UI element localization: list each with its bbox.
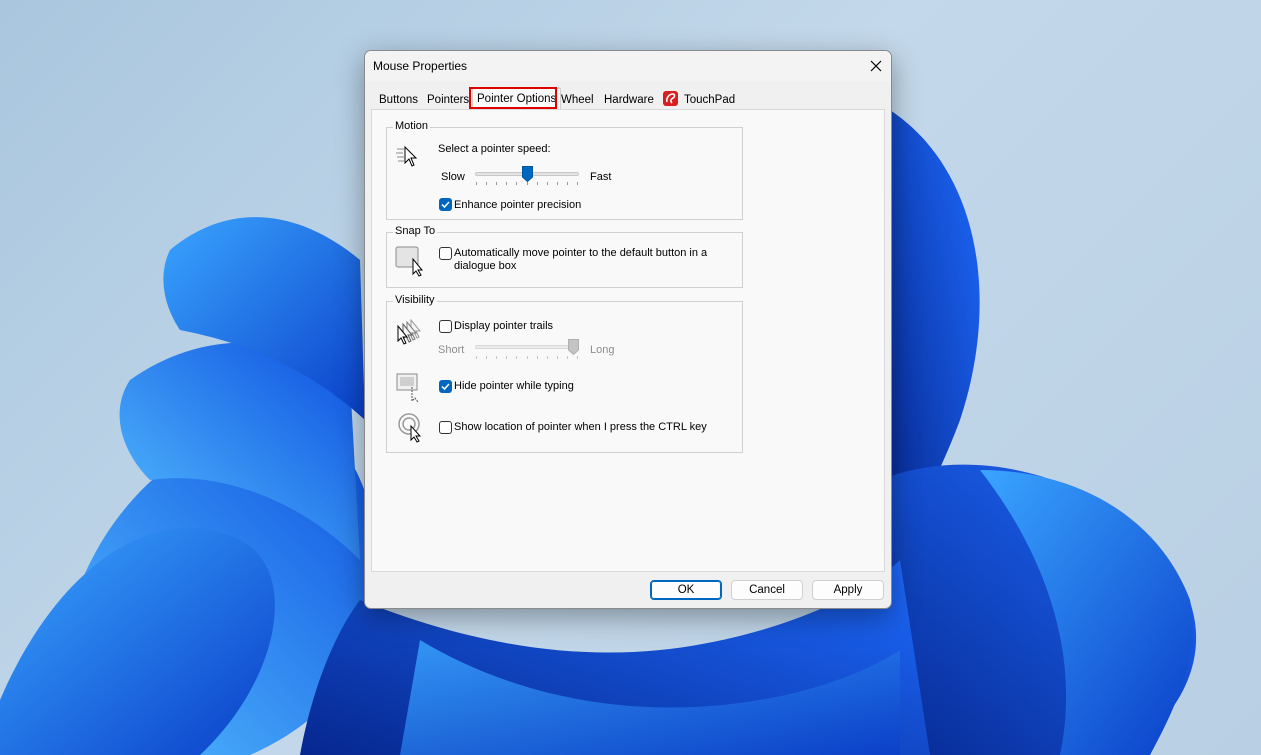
slider-tick [486, 182, 487, 185]
fast-label: Fast [590, 171, 612, 183]
tab-touchpad[interactable]: TouchPad [659, 91, 739, 109]
slider-tick [547, 356, 548, 359]
title-bar[interactable]: Mouse Properties [365, 51, 891, 81]
snap-to-label-line1[interactable]: Automatically move pointer to the defaul… [454, 247, 707, 259]
pointer-trails-label[interactable]: Display pointer trails [454, 320, 553, 332]
show-location-ctrl-checkbox[interactable] [439, 421, 452, 434]
slider-tick [486, 356, 487, 359]
tab-touchpad-label: TouchPad [684, 94, 736, 106]
slider-tick [557, 182, 558, 185]
checkmark-icon [441, 201, 450, 209]
long-label: Long [590, 344, 615, 356]
enhance-precision-label[interactable]: Enhance pointer precision [454, 199, 581, 211]
snap-to-checkbox[interactable] [439, 247, 452, 260]
touchpad-icon [663, 91, 678, 107]
slider-tick [567, 182, 568, 185]
slider-tick [577, 182, 578, 185]
mouse-properties-dialog: Mouse Properties Buttons Pointers Pointe… [364, 50, 892, 609]
group-motion: Motion Select a pointer speed: Slow Fast… [386, 120, 743, 220]
pointer-trails-slider-thumb[interactable] [568, 339, 579, 355]
slider-tick [516, 182, 517, 185]
hide-pointer-typing-label[interactable]: Hide pointer while typing [454, 380, 574, 392]
tab-pointers[interactable]: Pointers [423, 91, 473, 109]
enhance-precision-checkbox[interactable] [439, 198, 452, 211]
checkmark-icon [441, 383, 450, 391]
group-snap-to: Snap To Automatically move pointer to th… [386, 225, 743, 288]
group-snap-to-heading: Snap To [393, 225, 438, 237]
group-motion-heading: Motion [393, 120, 431, 132]
slider-tick [527, 356, 528, 359]
group-visibility-heading: Visibility [393, 294, 437, 306]
slider-tick [527, 182, 528, 185]
short-label: Short [438, 344, 465, 356]
show-location-ctrl-label[interactable]: Show location of pointer when I press th… [454, 421, 707, 433]
slider-tick [496, 182, 497, 185]
slider-tick [547, 182, 548, 185]
tab-buttons[interactable]: Buttons [375, 91, 422, 109]
ok-button[interactable]: OK [650, 580, 722, 600]
close-button[interactable] [861, 51, 891, 81]
slider-tick [506, 356, 507, 359]
pointer-trails-checkbox[interactable] [439, 320, 452, 333]
pointer-trails-slider[interactable] [475, 345, 579, 349]
hide-pointer-typing-checkbox[interactable] [439, 380, 452, 393]
slider-tick [567, 356, 568, 359]
slider-tick [577, 356, 578, 359]
slider-tick [516, 356, 517, 359]
cancel-button[interactable]: Cancel [731, 580, 803, 600]
apply-button[interactable]: Apply [812, 580, 884, 600]
slider-tick [537, 182, 538, 185]
pointer-speed-icon [396, 145, 418, 167]
slider-tick [557, 356, 558, 359]
pointer-speed-slider-thumb[interactable] [522, 166, 533, 182]
hide-pointer-typing-icon [396, 373, 419, 403]
pointer-trails-icon [397, 319, 422, 345]
group-visibility: Visibility Display pointer trails Short … [386, 294, 743, 453]
pointer-speed-label: Select a pointer speed: [438, 143, 551, 155]
slider-tick [476, 356, 477, 359]
tab-pointer-options[interactable]: Pointer Options [472, 88, 562, 110]
snap-to-button-icon [395, 246, 424, 277]
tab-panel-pointer-options: Motion Select a pointer speed: Slow Fast… [371, 109, 885, 572]
slow-label: Slow [441, 171, 465, 183]
tab-wheel[interactable]: Wheel [557, 91, 598, 109]
slider-tick [476, 182, 477, 185]
slider-tick [506, 182, 507, 185]
close-icon [870, 60, 882, 72]
snap-to-label-line2[interactable]: dialogue box [454, 260, 516, 272]
dialog-title: Mouse Properties [373, 59, 468, 73]
tab-hardware[interactable]: Hardware [600, 91, 658, 109]
show-location-ctrl-icon [398, 413, 422, 443]
slider-tick [496, 356, 497, 359]
slider-tick [537, 356, 538, 359]
